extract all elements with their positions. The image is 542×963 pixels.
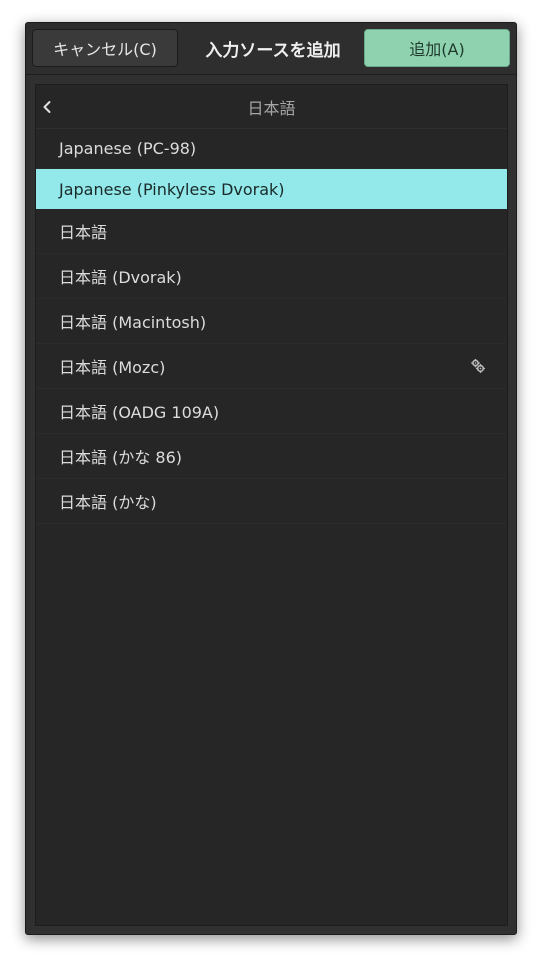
list-item-label: Japanese (Pinkyless Dvorak) — [59, 179, 285, 199]
list-item-label: 日本語 (Mozc) — [59, 358, 166, 377]
language-title: 日本語 — [247, 99, 296, 118]
header-bar: キャンセル(C) 入力ソースを追加 追加(A) — [26, 23, 516, 75]
chevron-left-icon — [43, 101, 51, 113]
gears-icon[interactable] — [471, 359, 485, 373]
cancel-button[interactable]: キャンセル(C) — [32, 29, 178, 67]
list-item-label: 日本語 — [59, 223, 108, 242]
list-item[interactable]: 日本語 (Mozc) — [36, 344, 507, 389]
list-item-label: 日本語 (かな 86) — [59, 448, 183, 467]
list-item-label: 日本語 (Macintosh) — [59, 313, 207, 332]
list-item-label: 日本語 (Dvorak) — [59, 268, 182, 287]
list-header: 日本語 — [36, 85, 507, 129]
list-item-label: Japanese (PC-98) — [59, 139, 197, 158]
input-source-list-panel: 日本語 Japanese (PC-98) Japanese (Pinkyless… — [35, 84, 508, 926]
back-button[interactable] — [36, 85, 58, 129]
list-item[interactable]: 日本語 (Dvorak) — [36, 254, 507, 299]
list-item[interactable]: 日本語 — [36, 209, 507, 254]
input-source-list: Japanese (PC-98) Japanese (Pinkyless Dvo… — [36, 129, 507, 524]
list-item[interactable]: 日本語 (かな 86) — [36, 434, 507, 479]
list-item[interactable]: 日本語 (Macintosh) — [36, 299, 507, 344]
list-item[interactable]: 日本語 (OADG 109A) — [36, 389, 507, 434]
list-item-selected[interactable]: Japanese (Pinkyless Dvorak) — [36, 169, 507, 209]
list-item-label: 日本語 (OADG 109A) — [59, 403, 220, 422]
add-input-source-dialog: キャンセル(C) 入力ソースを追加 追加(A) 日本語 Japanese (PC… — [25, 22, 517, 935]
list-item-label: 日本語 (かな) — [59, 493, 157, 512]
list-item[interactable]: Japanese (PC-98) — [36, 129, 507, 169]
list-item[interactable]: 日本語 (かな) — [36, 479, 507, 524]
dialog-title: 入力ソースを追加 — [205, 40, 341, 61]
add-button[interactable]: 追加(A) — [364, 29, 510, 67]
